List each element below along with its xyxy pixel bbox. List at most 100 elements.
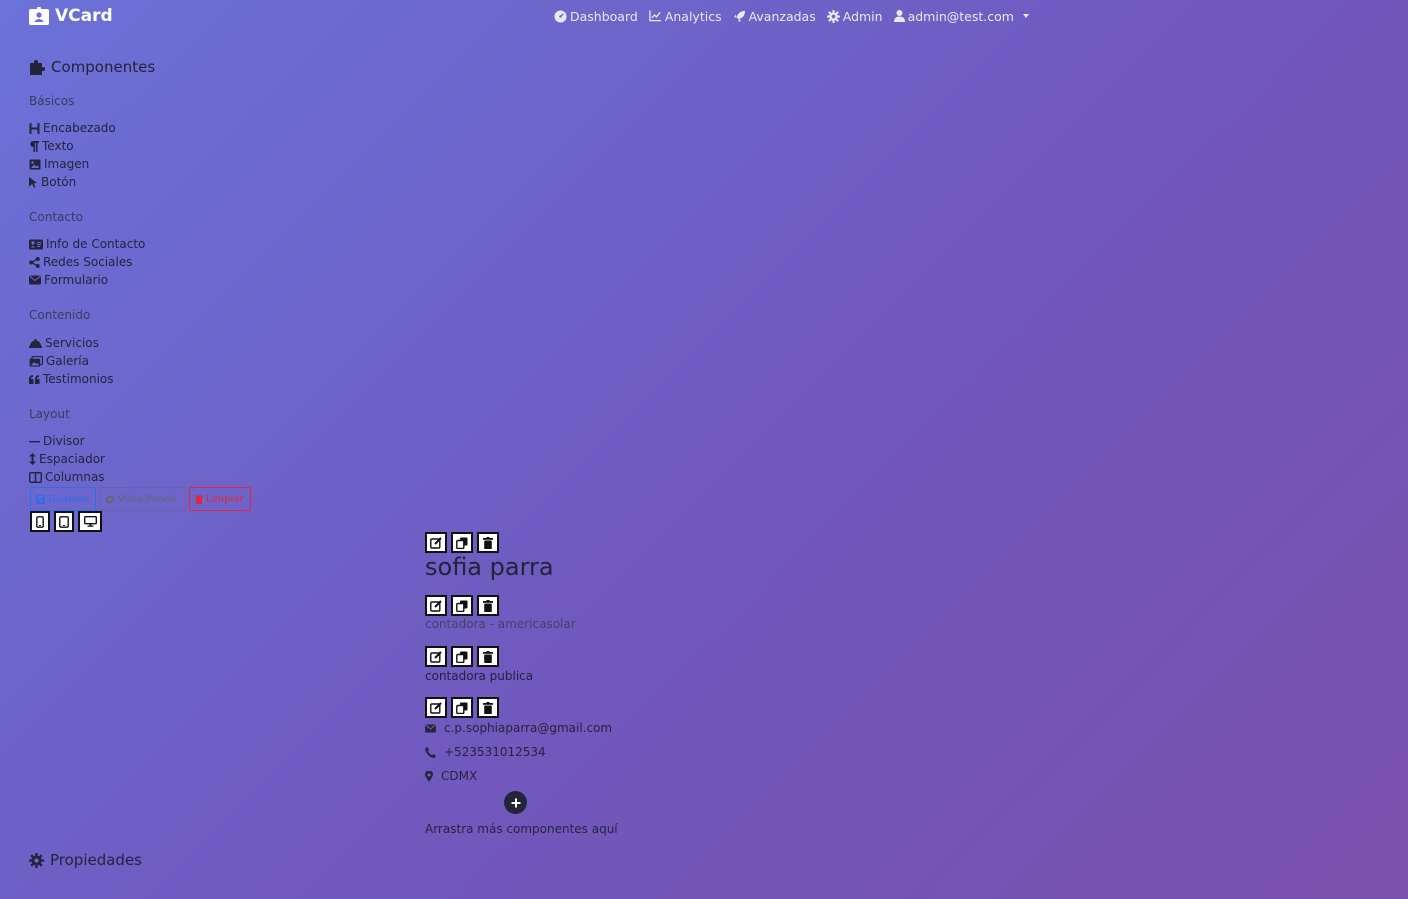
component-list-layout: Divisor Espaciador Columnas — [29, 432, 229, 486]
component-imagen[interactable]: Imagen — [29, 155, 229, 173]
component-servicios[interactable]: Servicios — [29, 334, 229, 352]
edit-icon — [430, 599, 442, 612]
concierge-bell-icon — [29, 338, 42, 348]
components-title-text: Componentes — [51, 58, 156, 76]
edit-button[interactable] — [425, 646, 447, 667]
clear-button-label: Limpiar — [206, 493, 244, 505]
nav-analytics[interactable]: Analytics — [649, 9, 722, 24]
component-columnas[interactable]: Columnas — [29, 468, 229, 486]
gear-icon — [826, 9, 840, 23]
nav-dashboard-label: Dashboard — [570, 8, 638, 24]
contact-email[interactable]: c.p.sophiaparra@gmail.com — [425, 720, 612, 736]
block-toolbar-heading — [425, 532, 499, 553]
trash-icon — [483, 701, 493, 714]
component-label: Espaciador — [39, 452, 105, 466]
drop-zone-hint: Arrastra más componentes aquí — [425, 822, 618, 836]
contact-location[interactable]: CDMX — [425, 768, 477, 784]
component-espaciador[interactable]: Espaciador — [29, 450, 229, 468]
brand-logo[interactable]: VCard — [29, 6, 113, 26]
mobile-view-button[interactable] — [30, 511, 50, 532]
nav-analytics-label: Analytics — [664, 8, 722, 24]
columns-icon — [29, 471, 42, 483]
vcard-text[interactable]: contadora publica — [425, 669, 533, 683]
component-label: Testimonios — [43, 372, 114, 386]
tablet-view-button[interactable] — [54, 511, 74, 532]
contact-phone-text: +523531012534 — [444, 745, 546, 759]
component-encabezado[interactable]: Encabezado — [29, 119, 229, 137]
rocket-icon — [733, 10, 746, 23]
component-formulario[interactable]: Formulario — [29, 271, 229, 289]
group-title-layout: Layout — [29, 407, 70, 421]
vcard-subtitle[interactable]: contadora - americasolar — [425, 617, 576, 631]
component-list-contacto: Info de Contacto Redes Sociales Formular… — [29, 235, 229, 289]
top-navigation: Dashboard Analytics Avanzadas Admin admi… — [554, 7, 1029, 25]
nav-dashboard[interactable]: Dashboard — [554, 9, 638, 24]
component-boton[interactable]: Botón — [29, 173, 229, 191]
minus-icon — [29, 436, 40, 447]
component-testimonios[interactable]: Testimonios — [29, 370, 229, 388]
component-label: Imagen — [44, 157, 90, 171]
component-label: Formulario — [44, 273, 109, 287]
clear-button[interactable]: Limpiar — [189, 487, 251, 511]
edit-button[interactable] — [425, 595, 447, 616]
preview-button[interactable]: Vista Previa — [99, 487, 186, 511]
preview-button-label: Vista Previa — [118, 493, 177, 505]
edit-button[interactable] — [425, 697, 447, 718]
phone-icon — [425, 746, 436, 758]
tablet-icon — [59, 515, 69, 528]
group-title-basicos: Básicos — [29, 94, 75, 108]
desktop-icon — [83, 516, 97, 527]
block-toolbar-contact — [425, 697, 499, 718]
gear-icon — [29, 852, 44, 868]
delete-button[interactable] — [477, 595, 499, 616]
editor-actions: Guardar Vista Previa Limpiar — [30, 487, 251, 511]
components-title: Componentes — [29, 58, 155, 76]
user-email: admin@test.com — [907, 8, 1014, 24]
component-label: Texto — [42, 139, 74, 153]
edit-button[interactable] — [425, 532, 447, 553]
group-title-contacto: Contacto — [29, 210, 84, 224]
save-button-label: Guardar — [48, 493, 89, 505]
pointer-icon — [29, 176, 38, 188]
chart-line-icon — [649, 10, 662, 22]
envelope-icon — [425, 723, 436, 733]
copy-icon — [456, 600, 468, 612]
user-menu[interactable]: admin@test.com — [893, 8, 1029, 24]
duplicate-button[interactable] — [451, 595, 473, 616]
component-divisor[interactable]: Divisor — [29, 432, 229, 450]
contact-location-text: CDMX — [441, 769, 478, 783]
nav-admin[interactable]: Admin — [826, 9, 883, 24]
images-icon — [29, 355, 43, 367]
vcard-heading[interactable]: sofia parra — [425, 553, 554, 581]
duplicate-button[interactable] — [451, 646, 473, 667]
paragraph-icon — [29, 140, 39, 152]
floppy-icon — [36, 494, 45, 504]
component-galeria[interactable]: Galería — [29, 352, 229, 370]
nav-avanzadas[interactable]: Avanzadas — [733, 9, 816, 24]
desktop-view-button[interactable] — [78, 511, 102, 532]
trash-icon — [483, 650, 493, 663]
component-label: Redes Sociales — [43, 255, 133, 269]
delete-button[interactable] — [477, 697, 499, 718]
duplicate-button[interactable] — [451, 697, 473, 718]
trash-icon — [483, 536, 493, 549]
component-list-basicos: Encabezado Texto Imagen Botón — [29, 119, 229, 191]
delete-button[interactable] — [477, 646, 499, 667]
duplicate-button[interactable] — [451, 532, 473, 553]
chevron-down-icon — [1022, 14, 1029, 18]
save-button[interactable]: Guardar — [30, 487, 96, 511]
component-texto[interactable]: Texto — [29, 137, 229, 155]
component-label: Divisor — [43, 434, 85, 448]
component-label: Botón — [41, 175, 77, 189]
component-label: Encabezado — [43, 121, 116, 135]
component-label: Galería — [46, 354, 89, 368]
device-preview-toggles — [30, 511, 102, 532]
group-title-contenido: Contenido — [29, 308, 91, 322]
delete-button[interactable] — [477, 532, 499, 553]
contact-phone[interactable]: +523531012534 — [425, 744, 546, 760]
add-component-button[interactable] — [504, 791, 527, 814]
share-icon — [29, 256, 40, 268]
mobile-icon — [36, 515, 44, 528]
component-info-contacto[interactable]: Info de Contacto — [29, 235, 229, 253]
component-redes-sociales[interactable]: Redes Sociales — [29, 253, 229, 271]
